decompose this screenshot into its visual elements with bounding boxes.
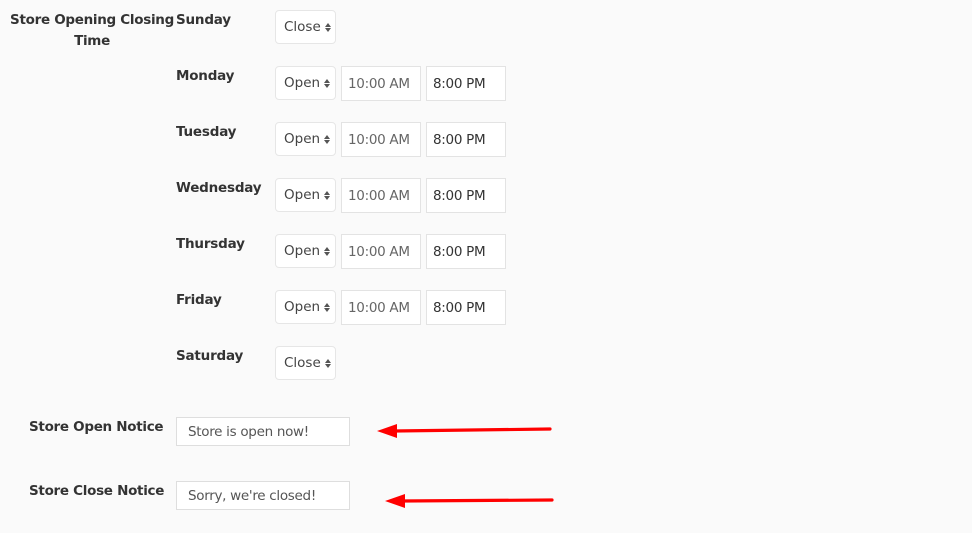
status-select[interactable]: Open	[275, 122, 336, 156]
status-select-value: Open	[284, 243, 321, 259]
day-row-thursday: Thursday Open	[176, 234, 516, 270]
close-time-input[interactable]	[426, 178, 506, 213]
status-select[interactable]: Close	[275, 346, 336, 380]
left-arrow-icon	[385, 494, 554, 508]
open-time-input[interactable]	[341, 234, 421, 269]
status-select[interactable]: Open	[275, 290, 336, 324]
status-select[interactable]: Open	[275, 178, 336, 212]
open-time-input[interactable]	[341, 178, 421, 213]
day-name: Thursday	[176, 236, 245, 252]
status-select-value: Open	[284, 187, 321, 203]
select-updown-icon	[324, 188, 331, 202]
day-name: Monday	[176, 68, 235, 84]
day-row-tuesday: Tuesday Open	[176, 122, 516, 158]
day-row-friday: Friday Open	[176, 290, 516, 326]
day-row-wednesday: Wednesday Open	[176, 178, 516, 214]
day-name: Sunday	[176, 12, 231, 28]
open-notice-input[interactable]	[176, 417, 350, 446]
day-name: Saturday	[176, 348, 244, 364]
day-row-saturday: Saturday Close	[176, 346, 516, 382]
close-time-input[interactable]	[426, 66, 506, 101]
day-row-monday: Monday Open	[176, 66, 516, 102]
open-time-input[interactable]	[341, 122, 421, 157]
select-updown-icon	[324, 20, 331, 34]
left-arrow-icon	[377, 424, 552, 438]
status-select-value: Close	[284, 355, 321, 371]
select-updown-icon	[324, 244, 331, 258]
status-select[interactable]: Close	[275, 10, 336, 44]
status-select-value: Close	[284, 19, 321, 35]
day-row-sunday: Sunday Close	[176, 10, 516, 46]
open-time-input[interactable]	[341, 66, 421, 101]
day-name: Tuesday	[176, 124, 237, 140]
status-select[interactable]: Open	[275, 66, 336, 100]
store-hours-settings: Store Opening Closing Time Sunday Close …	[0, 0, 972, 533]
close-time-input[interactable]	[426, 234, 506, 269]
select-updown-icon	[324, 300, 331, 314]
close-time-input[interactable]	[426, 122, 506, 157]
status-select-value: Open	[284, 75, 321, 91]
store-hours-label: Store Opening Closing Time	[10, 12, 174, 49]
select-updown-icon	[324, 356, 331, 370]
open-time-input[interactable]	[341, 290, 421, 325]
status-select[interactable]: Open	[275, 234, 336, 268]
close-notice-label: Store Close Notice	[29, 483, 165, 499]
day-name: Friday	[176, 292, 222, 308]
close-notice-row: Store Close Notice	[0, 481, 360, 511]
close-notice-input[interactable]	[176, 481, 350, 510]
status-select-value: Open	[284, 131, 321, 147]
select-updown-icon	[324, 132, 331, 146]
open-notice-label: Store Open Notice	[29, 419, 164, 435]
status-select-value: Open	[284, 299, 321, 315]
day-name: Wednesday	[176, 180, 262, 196]
close-time-input[interactable]	[426, 290, 506, 325]
select-updown-icon	[324, 76, 331, 90]
open-notice-row: Store Open Notice	[0, 417, 360, 447]
